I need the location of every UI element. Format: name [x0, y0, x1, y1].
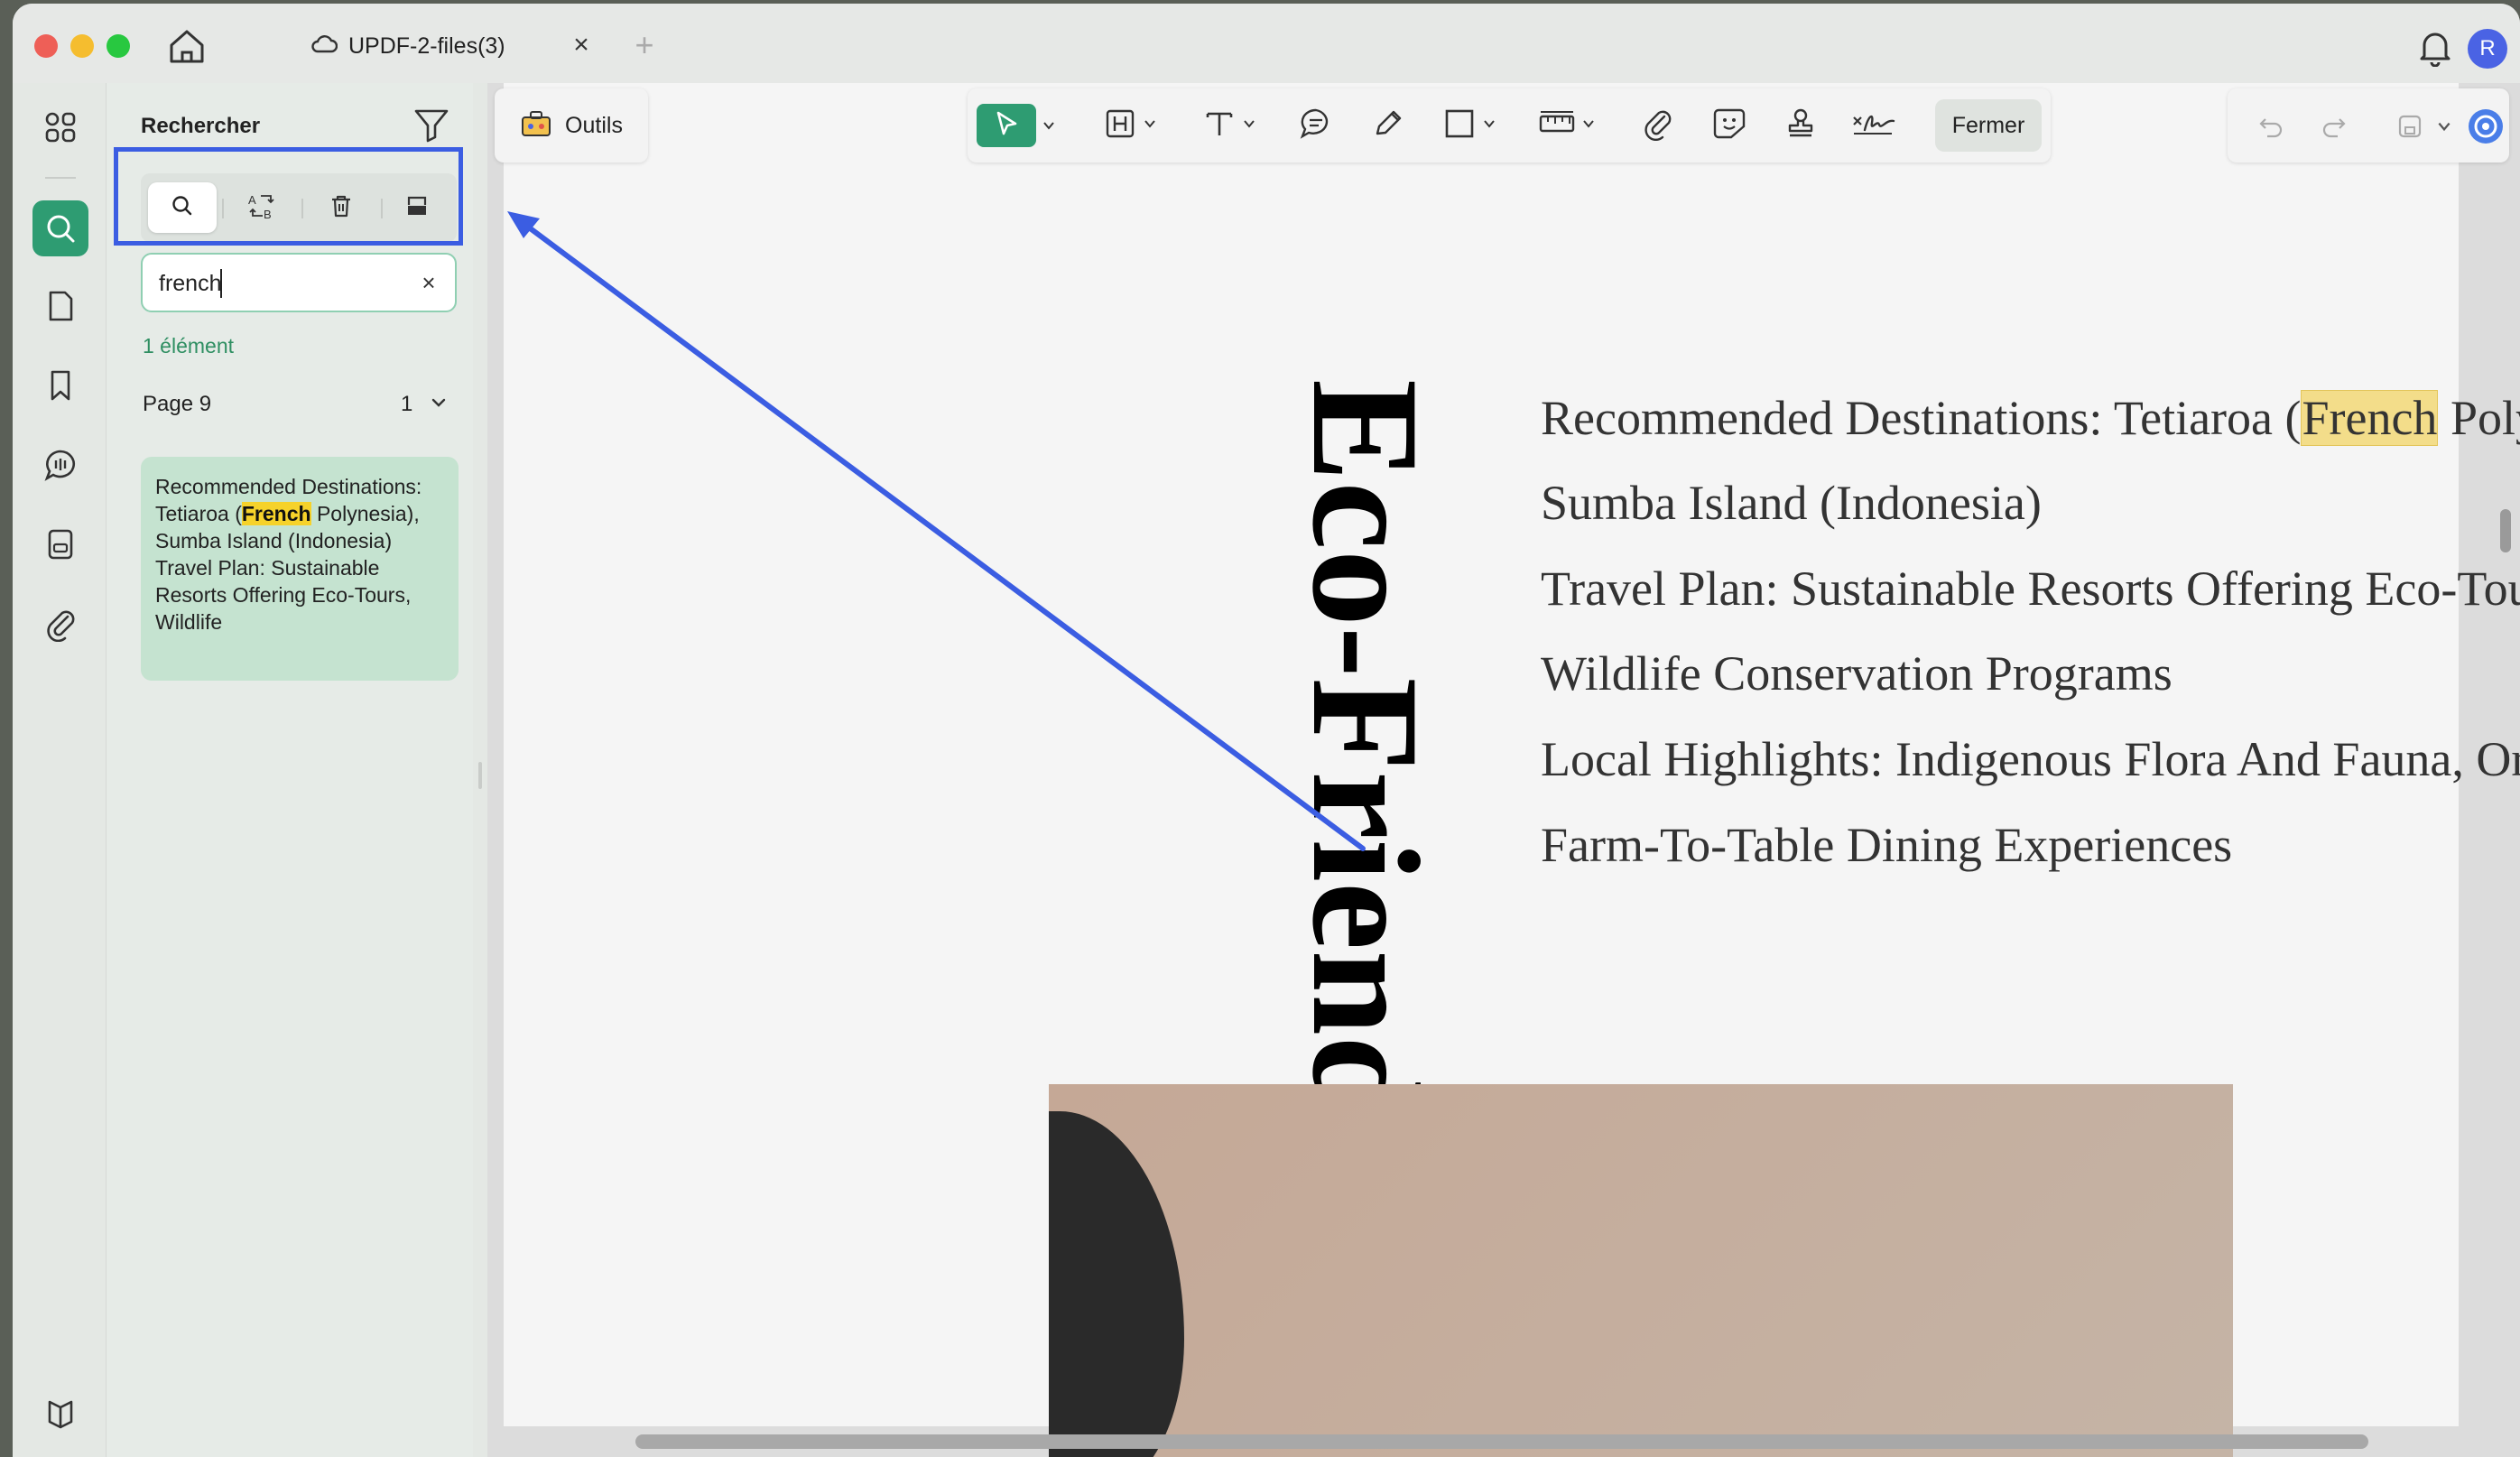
- avatar[interactable]: R: [2468, 29, 2507, 69]
- attach-tool-button[interactable]: [1641, 104, 1675, 147]
- search-result-item[interactable]: Recommended Destinations: Tetiaroa (Fren…: [141, 457, 459, 681]
- clear-search-button[interactable]: ×: [415, 269, 442, 296]
- rectangle-icon: [1442, 107, 1477, 145]
- chevron-down-icon[interactable]: [428, 392, 449, 413]
- sticker-icon: [1711, 107, 1747, 145]
- chevron-down-icon[interactable]: [1581, 116, 1596, 135]
- page-icon[interactable]: [32, 278, 88, 334]
- panel-title: Rechercher: [141, 114, 261, 138]
- measure-tool-button[interactable]: [1538, 104, 1596, 147]
- horizontal-scrollbar[interactable]: [635, 1434, 2368, 1449]
- layers-icon[interactable]: [32, 1387, 88, 1443]
- chevron-down-icon[interactable]: [1143, 116, 1157, 135]
- doc-line-1-after: Polynesia),: [2450, 391, 2520, 445]
- resize-grip: [478, 762, 482, 789]
- vertical-scrollbar[interactable]: [2500, 509, 2511, 552]
- doc-line-3: Travel Plan: Sustainable Resorts Offerin…: [1541, 561, 2520, 616]
- speech-bubble-icon: [1298, 107, 1334, 145]
- bell-icon[interactable]: [2417, 27, 2453, 68]
- result-page-group[interactable]: Page 9 1: [143, 386, 455, 422]
- cloud-icon: [310, 33, 338, 60]
- cursor-icon: [991, 108, 1022, 144]
- ai-assistant-icon[interactable]: [2466, 107, 2506, 146]
- thumbnails-icon[interactable]: [32, 99, 88, 155]
- photo-rock-shape: [1049, 1111, 1184, 1457]
- annotation-highlight-box: [114, 147, 463, 246]
- doc-line-1-before: Recommended Destinations: Tetiaroa (: [1541, 391, 2302, 445]
- left-rail: [13, 83, 107, 1457]
- search-panel: Rechercher AB french × 1 élément Page 9 …: [107, 83, 473, 1457]
- attachment-icon[interactable]: [32, 596, 88, 652]
- chevron-down-icon[interactable]: [2424, 107, 2464, 146]
- highlight-tool-button[interactable]: [1103, 104, 1157, 147]
- search-query: french: [159, 271, 222, 296]
- doc-search-match[interactable]: French: [2301, 390, 2439, 446]
- comment-tool-button[interactable]: [1298, 104, 1334, 147]
- stamp-icon: [1783, 107, 1818, 145]
- stamp-tool-button[interactable]: [1783, 104, 1818, 147]
- text-tool-button[interactable]: [1202, 104, 1256, 147]
- signature-icon: [1850, 107, 1897, 145]
- title-bar: UPDF-2-files(3) × + R: [13, 4, 2520, 83]
- pencil-tool-button[interactable]: [1370, 104, 1406, 147]
- doc-line-4: Wildlife Conservation Programs: [1541, 646, 2173, 701]
- close-window-button[interactable]: [34, 34, 58, 58]
- tools-button[interactable]: Outils: [495, 88, 648, 162]
- redo-icon[interactable]: [2314, 107, 2354, 146]
- doc-line-2: Sumba Island (Indonesia): [1541, 476, 2042, 530]
- home-icon[interactable]: [166, 27, 208, 65]
- ruler-icon: [1538, 107, 1576, 145]
- panel-resize-handle[interactable]: [473, 83, 487, 1457]
- doc-line-1: Recommended Destinations: Tetiaroa (Fren…: [1541, 390, 2520, 446]
- chevron-down-icon[interactable]: [1242, 116, 1256, 135]
- undo-icon[interactable]: [2251, 107, 2291, 146]
- page-hit-count: 1: [401, 392, 413, 416]
- form-icon[interactable]: [32, 516, 88, 572]
- select-tool-button[interactable]: [977, 104, 1036, 147]
- bookmark-icon[interactable]: [32, 357, 88, 413]
- annotation-toolbar: Fermer: [968, 88, 2051, 162]
- page-label: Page 9: [143, 392, 212, 416]
- text-icon: [1202, 107, 1237, 145]
- zoom-window-button[interactable]: [107, 34, 130, 58]
- result-count: 1 élément: [143, 334, 235, 357]
- page-photo: [1049, 1084, 2233, 1457]
- doc-line-5: Local Highlights: Indigenous Flora And F…: [1541, 732, 2520, 786]
- signature-tool-button[interactable]: [1850, 104, 1897, 147]
- chevron-down-icon[interactable]: [1042, 104, 1056, 147]
- shape-tool-button[interactable]: [1442, 104, 1496, 147]
- result-match: French: [241, 502, 311, 525]
- document-tab[interactable]: UPDF-2-files(3): [310, 23, 505, 69]
- toolbox-icon: [520, 108, 552, 144]
- history-toolbar: [2228, 88, 2509, 162]
- pencil-icon: [1370, 107, 1406, 145]
- paperclip-icon: [1641, 107, 1675, 145]
- chevron-down-icon[interactable]: [1482, 116, 1496, 135]
- sticker-tool-button[interactable]: [1711, 104, 1747, 147]
- search-input[interactable]: french ×: [141, 253, 457, 312]
- new-tab-button[interactable]: +: [626, 27, 662, 63]
- search-icon[interactable]: [32, 200, 88, 256]
- tab-title: UPDF-2-files(3): [348, 32, 505, 59]
- tab-close-button[interactable]: ×: [565, 29, 598, 61]
- comment-icon[interactable]: [32, 437, 88, 493]
- close-tools-button[interactable]: Fermer: [1935, 99, 2042, 152]
- rail-divider: [45, 177, 76, 179]
- filter-icon[interactable]: [412, 105, 451, 144]
- text-caret: [220, 269, 222, 298]
- doc-line-6: Farm-To-Table Dining Experiences: [1541, 818, 2233, 872]
- tools-label: Outils: [565, 112, 623, 138]
- minimize-window-button[interactable]: [70, 34, 94, 58]
- highlight-icon: [1103, 107, 1137, 145]
